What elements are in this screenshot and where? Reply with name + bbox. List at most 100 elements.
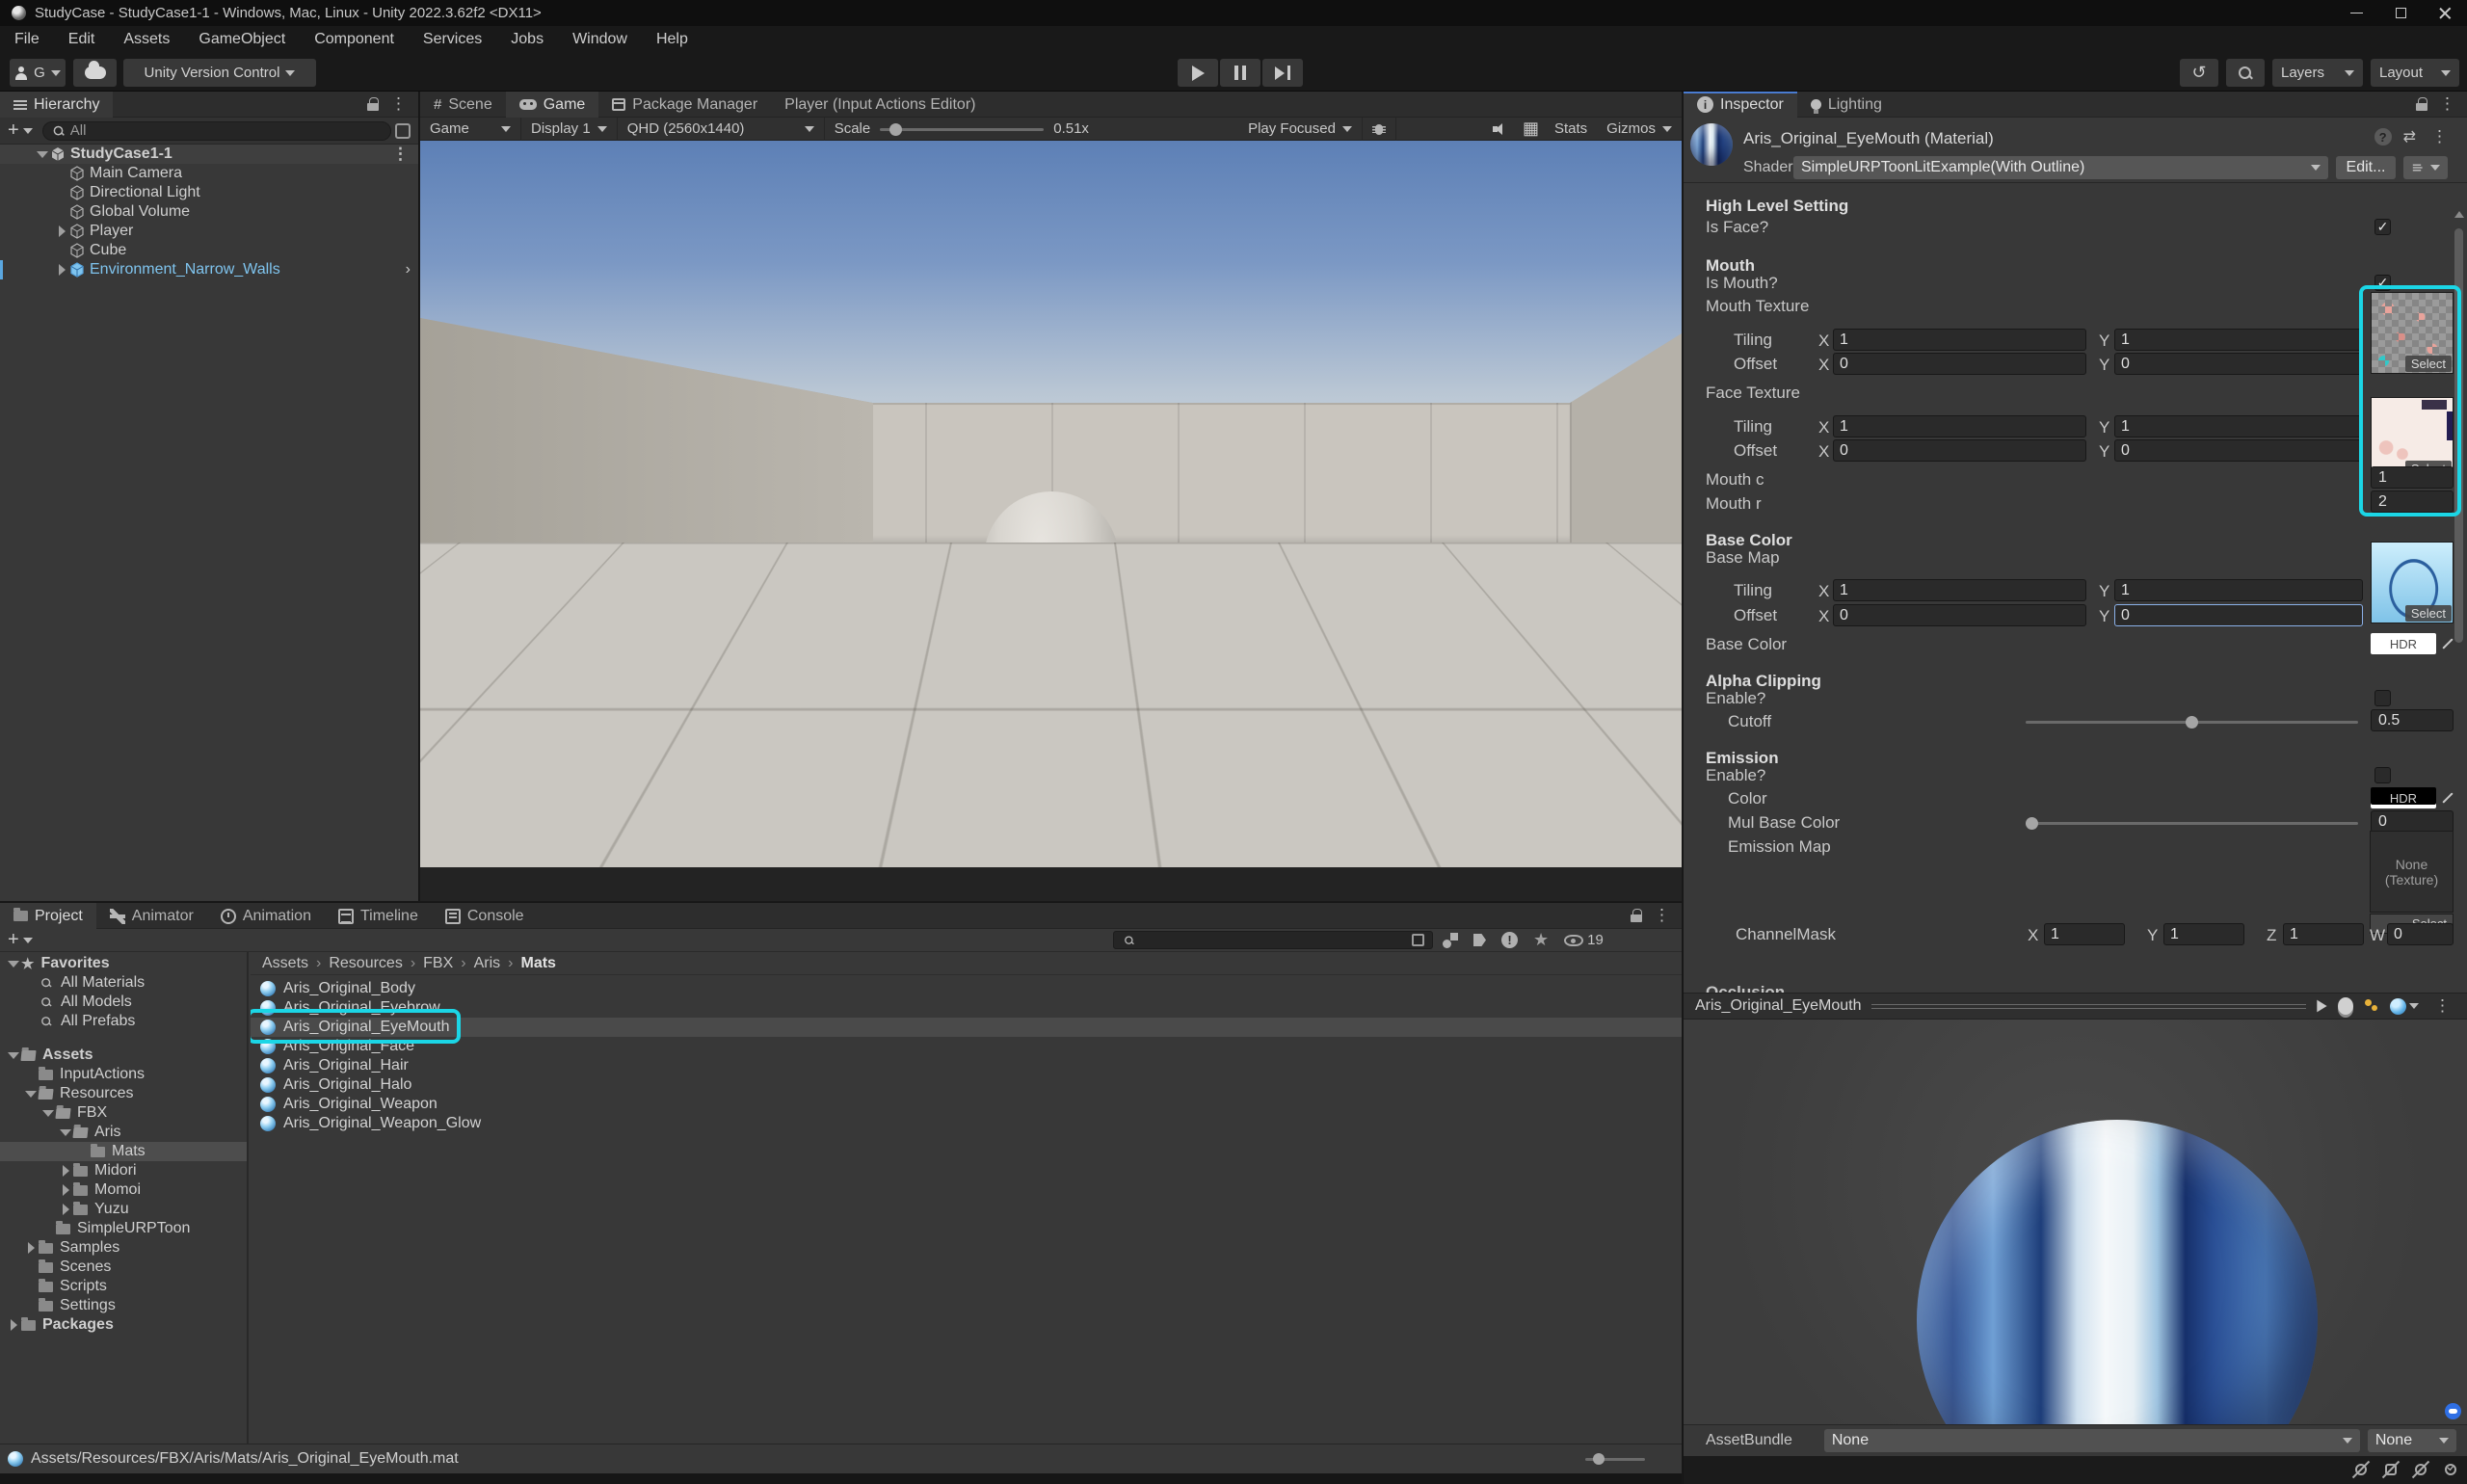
breadcrumb-aris[interactable]: Aris <box>474 955 501 972</box>
create-asset-button[interactable]: + <box>8 929 19 951</box>
chevron-right-icon[interactable]: › <box>406 261 411 278</box>
hierarchy-item-cube[interactable]: Cube <box>0 241 418 260</box>
pause-button[interactable] <box>1220 59 1260 87</box>
channel-mask-x[interactable] <box>2044 923 2125 945</box>
tree-item-all-materials[interactable]: All Materials <box>0 973 247 993</box>
undo-history-button[interactable]: ↺ <box>2180 59 2218 87</box>
shader-dropdown[interactable]: SimpleURPToonLitExample(With Outline) <box>1793 156 2328 179</box>
channel-mask-w[interactable] <box>2387 923 2454 945</box>
emission-color-swatch[interactable]: HDR <box>2371 787 2436 808</box>
base-color-swatch[interactable]: HDR <box>2371 633 2436 654</box>
tab-player-input-actions-editor-[interactable]: Player (Input Actions Editor) <box>771 92 989 118</box>
collapse-arrow-icon[interactable] <box>37 151 48 158</box>
vsync-grid-icon[interactable]: ▦ <box>1517 118 1545 141</box>
tree-item-fbx[interactable]: FBX <box>0 1103 247 1123</box>
face-offset-y[interactable] <box>2114 439 2363 462</box>
asset-bundle-dropdown[interactable]: None <box>1824 1429 2360 1452</box>
kebab-menu-icon[interactable]: ⋮ <box>2433 94 2461 114</box>
tree-item-momoi[interactable]: Momoi <box>0 1180 247 1200</box>
expand-arrow-icon[interactable] <box>59 225 66 237</box>
debugger-disabled-icon[interactable] <box>2351 1460 2371 1479</box>
mouth-texture-select-button[interactable]: Select <box>2405 356 2452 372</box>
hierarchy-item-global-volume[interactable]: Global Volume <box>0 202 418 222</box>
mouth-texture-thumbnail[interactable]: Select <box>2371 292 2454 374</box>
tab-animator[interactable]: Animator <box>96 903 207 929</box>
breadcrumb-resources[interactable]: Resources <box>329 955 402 972</box>
collapse-arrow-icon[interactable] <box>60 1129 71 1136</box>
play-focused-dropdown[interactable]: Play Focused <box>1238 118 1363 141</box>
expand-arrow-icon[interactable] <box>63 1204 69 1215</box>
mouth-c-field[interactable]: 1 <box>2371 466 2454 489</box>
preview-lighting-icon[interactable] <box>2363 997 2380 1015</box>
menu-assets[interactable]: Assets <box>109 26 184 53</box>
base-tiling-x[interactable] <box>1833 579 2086 601</box>
layout-dropdown[interactable]: Layout <box>2371 59 2459 87</box>
drag-handle[interactable] <box>1871 1003 2306 1010</box>
filter-by-type-icon[interactable] <box>1443 933 1458 948</box>
tree-item-all-models[interactable]: All Models <box>0 993 247 1012</box>
mouth-offset-x[interactable] <box>1833 353 2086 375</box>
tree-item-inputactions[interactable]: InputActions <box>0 1065 247 1084</box>
tree-item-all-prefabs[interactable]: All Prefabs <box>0 1012 247 1031</box>
tab-game[interactable]: Game <box>506 92 599 118</box>
account-button[interactable]: G <box>10 59 66 87</box>
tree-item-resources[interactable]: Resources <box>0 1084 247 1103</box>
preview-model-icon[interactable] <box>2338 997 2353 1015</box>
file-aris-original-weapon-glow[interactable]: Aris_Original_Weapon_Glow <box>251 1114 1682 1133</box>
face-tiling-y[interactable] <box>2114 415 2363 437</box>
file-aris-original-halo[interactable]: Aris_Original_Halo <box>251 1075 1682 1095</box>
alert-filter-icon[interactable]: ! <box>1501 932 1518 948</box>
step-button[interactable] <box>1262 59 1303 87</box>
resolution-dropdown[interactable]: QHD (2560x1440) <box>618 118 825 141</box>
close-button[interactable] <box>2423 0 2467 26</box>
menu-edit[interactable]: Edit <box>54 26 110 53</box>
hierarchy-item-player[interactable]: Player <box>0 222 418 241</box>
chevron-down-icon[interactable] <box>23 128 33 134</box>
tab-console[interactable]: Console <box>432 903 538 929</box>
scale-slider[interactable] <box>880 118 1044 141</box>
expand-arrow-icon[interactable] <box>63 1165 69 1177</box>
tab-package-manager[interactable]: Package Manager <box>598 92 771 118</box>
tab-scene[interactable]: #Scene <box>420 92 506 118</box>
shader-edit-button[interactable]: Edit... <box>2336 156 2396 179</box>
base-offset-y[interactable] <box>2114 604 2363 626</box>
stats-toggle[interactable]: Stats <box>1545 118 1597 141</box>
is-mouth-checkbox[interactable]: ✓ <box>2374 275 2391 291</box>
breadcrumb-fbx[interactable]: FBX <box>423 955 453 972</box>
lock-icon[interactable] <box>2416 97 2427 111</box>
file-aris-original-body[interactable]: Aris_Original_Body <box>251 979 1682 998</box>
filter-by-label-icon[interactable] <box>1473 934 1486 946</box>
expand-search-icon[interactable] <box>1412 934 1424 946</box>
play-button[interactable] <box>1178 59 1218 87</box>
search-button[interactable] <box>2226 59 2265 87</box>
face-offset-x[interactable] <box>1833 439 2086 462</box>
layers-dropdown[interactable]: Layers <box>2272 59 2363 87</box>
emission-map-thumbnail[interactable]: None (Texture) <box>2370 831 2454 913</box>
tree-item-favorites[interactable]: ★Favorites <box>0 954 247 973</box>
tab-hierarchy[interactable]: Hierarchy <box>0 92 113 118</box>
version-control-dropdown[interactable]: Unity Version Control <box>123 59 316 87</box>
expand-arrow-icon[interactable] <box>11 1319 17 1331</box>
mouth-offset-y[interactable] <box>2114 353 2363 375</box>
display-dropdown[interactable]: Display 1 <box>521 118 618 141</box>
mul-base-color-field[interactable]: 0 <box>2371 810 2454 833</box>
channel-mask-z[interactable] <box>2283 923 2364 945</box>
file-aris-original-weapon[interactable]: Aris_Original_Weapon <box>251 1095 1682 1114</box>
file-aris-original-eyemouth[interactable]: Aris_Original_EyeMouth <box>251 1018 1682 1037</box>
tree-item-settings[interactable]: Settings <box>0 1296 247 1315</box>
channel-mask-y[interactable] <box>2163 923 2244 945</box>
mouth-tiling-y[interactable] <box>2114 329 2363 351</box>
project-search-input[interactable] <box>1140 932 1407 948</box>
tree-item-packages[interactable]: Packages <box>0 1315 247 1335</box>
debug-bug-icon[interactable] <box>1363 118 1396 141</box>
tab-animation[interactable]: Animation <box>207 903 325 929</box>
gizmos-dropdown[interactable]: Gizmos <box>1597 118 1682 141</box>
preview-play-icon[interactable] <box>2317 1000 2326 1013</box>
add-object-button[interactable]: + <box>8 119 19 142</box>
lock-icon[interactable] <box>1631 909 1642 922</box>
kebab-menu-icon[interactable]: ⋮ <box>386 145 414 164</box>
scrollbar-thumb[interactable] <box>2454 228 2463 643</box>
base-map-thumbnail[interactable]: Select <box>2371 542 2454 623</box>
hierarchy-item-directional-light[interactable]: Directional Light <box>0 183 418 202</box>
menu-help[interactable]: Help <box>642 26 703 53</box>
